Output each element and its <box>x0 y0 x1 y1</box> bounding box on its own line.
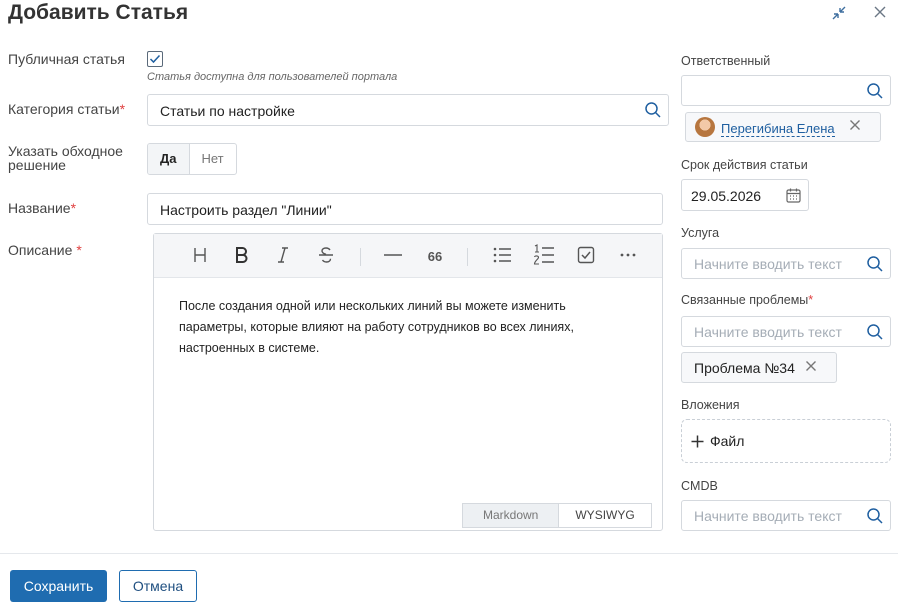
category-label-text: Категория статьи <box>8 101 120 117</box>
wysiwyg-mode-button[interactable]: WYSIWYG <box>559 504 651 527</box>
markdown-mode-button[interactable]: Markdown <box>463 504 560 527</box>
description-label-text: Описание <box>8 242 77 258</box>
service-placeholder: Начните вводить текст <box>694 256 842 272</box>
name-label-text: Название <box>8 200 71 216</box>
strikethrough-icon[interactable] <box>313 246 339 270</box>
problems-label-text: Связанные проблемы <box>681 293 809 307</box>
description-label: Описание * <box>8 242 82 258</box>
plus-icon <box>691 435 704 448</box>
bullet-list-icon[interactable] <box>489 246 515 270</box>
required-mark: * <box>76 242 82 258</box>
numbered-list-icon[interactable] <box>531 244 557 272</box>
footer-divider <box>0 553 898 554</box>
name-value: Настроить раздел "Линии" <box>160 202 332 218</box>
close-icon[interactable] <box>873 5 887 23</box>
editor-toolbar: 66 <box>154 234 662 278</box>
add-file-label: Файл <box>710 433 745 449</box>
service-input[interactable]: Начните вводить текст <box>681 248 891 279</box>
cancel-button[interactable]: Отмена <box>119 570 197 602</box>
cmdb-placeholder: Начните вводить текст <box>694 508 842 524</box>
remove-person-icon[interactable] <box>849 118 861 136</box>
quote-icon[interactable]: 66 <box>422 246 448 268</box>
required-mark: * <box>70 200 77 216</box>
attachments-label: Вложения <box>681 398 740 412</box>
cmdb-input[interactable]: Начните вводить текст <box>681 500 891 531</box>
validity-label: Срок действия статьи <box>681 158 808 172</box>
heading-icon[interactable] <box>187 246 213 270</box>
responsible-person-link[interactable]: Перегибина Елена <box>721 121 835 137</box>
calendar-icon[interactable] <box>786 188 801 203</box>
category-field[interactable]: Статьи по настройке <box>147 94 669 126</box>
search-icon[interactable] <box>866 507 884 525</box>
workaround-yes-button[interactable]: Да <box>148 144 190 174</box>
toolbar-separator <box>360 248 361 266</box>
workaround-label-line2: решение <box>8 157 66 173</box>
name-label: Название* <box>8 200 76 216</box>
problem-chip: Проблема №34 <box>681 352 837 383</box>
horizontal-rule-icon[interactable] <box>380 246 406 270</box>
bold-icon[interactable] <box>228 246 254 270</box>
responsible-chip: Перегибина Елена <box>685 112 881 142</box>
more-icon[interactable] <box>615 246 641 270</box>
public-article-hint: Статья доступна для пользователей портал… <box>147 71 398 83</box>
toolbar-separator <box>467 248 468 266</box>
search-icon[interactable] <box>866 82 884 100</box>
cmdb-label: CMDB <box>681 479 718 493</box>
remove-problem-icon[interactable] <box>805 359 817 377</box>
checklist-icon[interactable] <box>573 246 599 270</box>
search-icon[interactable] <box>644 101 662 119</box>
workaround-no-button[interactable]: Нет <box>190 144 236 174</box>
search-icon[interactable] <box>866 323 884 341</box>
search-icon[interactable] <box>866 255 884 273</box>
required-mark: * <box>808 293 814 307</box>
public-article-label: Публичная статья <box>8 51 125 67</box>
category-label: Категория статьи* <box>8 101 125 117</box>
workaround-toggle[interactable]: Да Нет <box>147 143 237 175</box>
responsible-label: Ответственный <box>681 54 771 68</box>
workaround-label-line1: Указать обходное <box>8 143 123 159</box>
category-value: Статьи по настройке <box>160 103 295 119</box>
editor-mode-switch: Markdown WYSIWYG <box>462 503 652 528</box>
validity-date-value: 29.05.2026 <box>691 188 762 204</box>
problems-label: Связанные проблемы* <box>681 293 813 307</box>
workaround-label: Указать обходное решение <box>8 144 123 172</box>
name-input[interactable]: Настроить раздел "Линии" <box>147 193 663 225</box>
validity-date-input[interactable]: 29.05.2026 <box>681 179 809 211</box>
responsible-search-input[interactable] <box>681 75 891 106</box>
problems-input[interactable]: Начните вводить текст <box>681 316 891 347</box>
description-text[interactable]: После создания одной или нескольких лини… <box>179 296 619 359</box>
description-editor[interactable]: 66 После создания одной или нескольких л… <box>153 233 663 531</box>
italic-icon[interactable] <box>270 246 296 270</box>
check-icon <box>149 54 161 64</box>
avatar <box>695 117 715 137</box>
collapse-icon[interactable] <box>831 5 847 25</box>
problem-chip-label: Проблема №34 <box>694 360 795 376</box>
save-button[interactable]: Сохранить <box>10 570 107 602</box>
attachment-dropzone[interactable]: Файл <box>681 419 891 463</box>
problems-placeholder: Начните вводить текст <box>694 324 842 340</box>
public-article-checkbox[interactable] <box>147 51 163 67</box>
required-mark: * <box>119 101 126 117</box>
service-label: Услуга <box>681 226 720 240</box>
page-title: Добавить Статья <box>8 1 189 24</box>
